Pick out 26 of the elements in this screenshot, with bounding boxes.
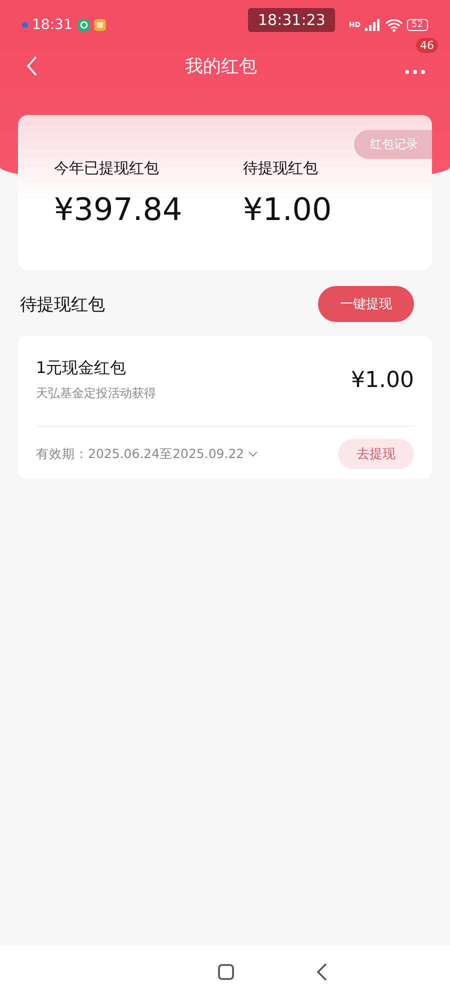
packet-amount: ¥1.00 bbox=[351, 368, 414, 392]
withdraw-all-button[interactable]: 一键提现 bbox=[318, 286, 414, 322]
notification-dot-icon bbox=[22, 22, 28, 28]
signal-icon bbox=[364, 19, 381, 31]
back-icon[interactable] bbox=[316, 963, 328, 981]
app-notification-icon bbox=[78, 19, 90, 31]
stat-amount: ¥1.00 bbox=[243, 192, 333, 228]
packet-name: 1元现金红包 bbox=[36, 358, 128, 379]
battery-indicator: 52 bbox=[406, 19, 428, 31]
section-title: 待提现红包 bbox=[20, 294, 105, 316]
packet-source: 天弘基金定投活动获得 bbox=[36, 385, 156, 402]
more-icon[interactable] bbox=[404, 68, 426, 74]
recent-apps-icon[interactable] bbox=[218, 964, 234, 980]
wifi-icon bbox=[384, 18, 403, 32]
withdraw-button[interactable]: 去提现 bbox=[338, 439, 414, 469]
stat-label: 待提现红包 bbox=[243, 159, 319, 178]
page-title: 我的红包 bbox=[185, 55, 257, 78]
status-time: 18:31 bbox=[32, 17, 72, 33]
stat-amount: ¥397.84 bbox=[54, 192, 184, 228]
record-button[interactable]: 红包记录 bbox=[354, 130, 432, 159]
validity-text: 有效期：2025.06.24至2025.09.22 bbox=[36, 446, 244, 462]
notification-badge: 46 bbox=[416, 38, 438, 52]
app-notification-icon bbox=[94, 19, 106, 31]
stat-label: 今年已提现红包 bbox=[54, 159, 160, 178]
clock-badge: 18:31:23 bbox=[248, 8, 336, 32]
chevron-icon[interactable] bbox=[248, 451, 258, 457]
